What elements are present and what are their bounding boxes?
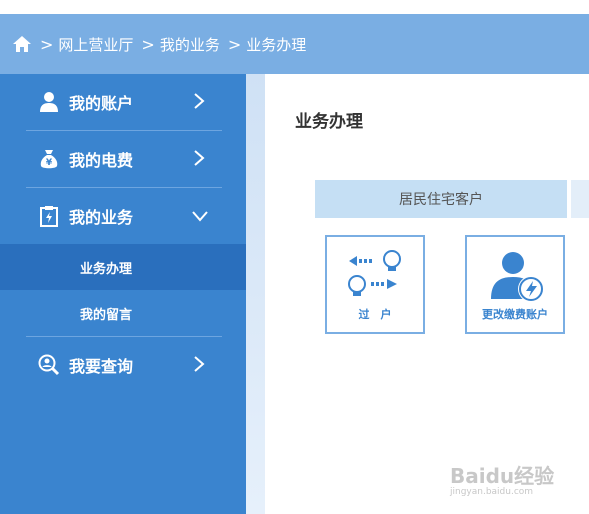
sidebar-item-query[interactable]: 我要查询: [0, 337, 246, 393]
search-person-icon: [38, 354, 60, 376]
sidebar-item-label: 我的业务: [69, 208, 134, 227]
money-bag-icon: ¥: [40, 150, 58, 169]
tab-next[interactable]: [571, 180, 589, 218]
sidebar-item-label: 我的账户: [69, 94, 134, 113]
chevron-right-icon: >: [141, 34, 155, 54]
chevron-right-icon: [194, 356, 205, 372]
chevron-down-icon: [192, 211, 208, 222]
breadcrumb: > 网上营业厅 > 我的业务 > 业务办理: [0, 14, 589, 74]
chevron-right-icon: [194, 150, 205, 166]
sidebar-gutter: [246, 74, 265, 514]
page-title: 业务办理: [295, 112, 363, 132]
tab-residential-customer[interactable]: 居民住宅客户: [315, 180, 567, 218]
breadcrumb-item-current: 业务办理: [246, 35, 307, 54]
breadcrumb-item[interactable]: 网上营业厅: [58, 34, 133, 55]
watermark: Baidu经验 jingyan.baidu.com: [450, 460, 570, 500]
sidebar-item-label: 我要查询: [69, 357, 134, 376]
sidebar-item-label: 我的电费: [69, 151, 134, 170]
watermark-url: jingyan.baidu.com: [450, 487, 534, 497]
transfer-card[interactable]: 过 户: [325, 235, 425, 334]
home-icon[interactable]: [12, 35, 32, 53]
user-icon: [40, 92, 58, 112]
change-payment-account-card[interactable]: 更改缴费账户: [465, 235, 565, 334]
chevron-right-icon: [194, 93, 205, 109]
sidebar: 我的账户 ¥ 我的电费 我的业务 业务办理 我的留言 我要查询: [0, 74, 246, 514]
transfer-bulb-icon: [348, 250, 401, 296]
clipboard-icon: [40, 206, 58, 227]
sidebar-item-account[interactable]: 我的账户: [0, 74, 246, 130]
sidebar-item-bill[interactable]: ¥ 我的电费: [0, 131, 246, 187]
sidebar-subitem-handle[interactable]: 业务办理: [0, 244, 246, 290]
breadcrumb-item[interactable]: 我的业务: [160, 34, 220, 55]
watermark-brand: Baidu经验: [450, 464, 555, 488]
card-label: 更改缴费账户: [482, 308, 548, 321]
card-label: 过 户: [358, 308, 392, 321]
sidebar-subitem-message[interactable]: 我的留言: [0, 290, 246, 336]
main-content: 业务办理 居民住宅客户 过 户 更改缴费账户: [265, 74, 589, 514]
svg-text:¥: ¥: [46, 158, 53, 168]
chevron-right-icon: >: [40, 34, 54, 54]
sidebar-item-business[interactable]: 我的业务: [0, 188, 246, 244]
user-lightning-icon: [491, 252, 544, 302]
chevron-right-icon: >: [227, 34, 242, 54]
